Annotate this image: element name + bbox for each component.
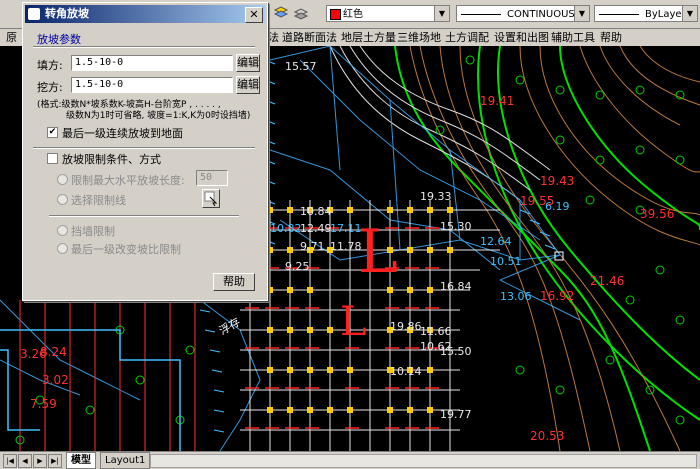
fill-label: 填方: — [37, 59, 63, 72]
elev-label-red: 19.43 — [540, 174, 574, 188]
divider — [33, 46, 255, 48]
menu-item[interactable]: 法 — [268, 30, 279, 45]
tab-model[interactable]: 模型 — [66, 452, 96, 469]
elev-label: 10.84 — [300, 205, 332, 218]
linetype-value: CONTINUOUS — [507, 9, 575, 20]
color-select[interactable]: 红色 ▼ — [326, 5, 450, 22]
app-icon — [28, 8, 40, 20]
layout-tab-bar: |◀ ◀ ▶ ▶| 模型 Layout1 — [0, 451, 700, 469]
big-l-label: L — [358, 217, 398, 287]
cut-edit-button[interactable]: 编辑 — [236, 76, 260, 94]
max-length-field[interactable]: 50 — [196, 170, 228, 186]
elev-label: 19.86 — [390, 320, 422, 333]
elev-label: 19.33 — [420, 190, 452, 203]
cut-field[interactable]: 1.5-10-0 — [71, 77, 233, 93]
pick-line-button[interactable] — [202, 189, 220, 208]
elev-label-red: 20.53 — [530, 429, 564, 443]
menu-item[interactable]: 帮助 — [600, 30, 622, 45]
elev-label-red: 16.92 — [540, 289, 574, 303]
elev-label-cyan: 17.11 — [330, 222, 362, 235]
elev-label-cyan: 6.19 — [545, 200, 570, 213]
fill-field[interactable]: 1.5-10-0 — [71, 55, 233, 71]
menu-item[interactable]: 设置和出图 — [494, 30, 549, 45]
format-note: (格式:级数N*坡系数K-坡高H-台阶宽P , . . . . , — [37, 100, 221, 110]
menu-item[interactable]: 三维场地 — [397, 30, 441, 45]
limit-label: 放坡限制条件、方式 — [62, 153, 161, 166]
prev-tab-icon[interactable]: ◀ — [18, 454, 32, 468]
elev-label: 15.50 — [440, 345, 472, 358]
divider — [33, 147, 255, 149]
lineweight-value: ByLayer — [645, 9, 686, 20]
last-level-checkbox[interactable]: ✔ — [47, 127, 58, 138]
layer-states-icon[interactable] — [292, 4, 310, 22]
select-line-label: 选择限制线 — [71, 194, 126, 207]
elev-label-red: 39.56 — [640, 207, 674, 221]
tab-layout1[interactable]: Layout1 — [100, 452, 151, 469]
slope-dialog: 转角放坡 ✕ 放坡参数 填方: 1.5-10-0 编辑 挖方: 1.5-10-0… — [22, 2, 268, 301]
color-swatch-icon — [330, 9, 341, 20]
elev-label-red: 21.46 — [590, 274, 624, 288]
big-l-label: L — [340, 299, 367, 345]
elev-label: 19.77 — [440, 408, 472, 421]
menu-item[interactable]: 原 — [6, 30, 17, 45]
last-tab-icon[interactable]: ▶| — [48, 454, 62, 468]
last-level-label: 最后一级连续放坡到地面 — [62, 127, 183, 140]
fill-edit-button[interactable]: 编辑 — [236, 54, 260, 72]
elev-label: 11.78 — [330, 240, 362, 253]
elev-label: 16.84 — [440, 280, 472, 293]
pick-cursor-icon — [204, 191, 218, 207]
elev-label-cyan: 12.64 — [480, 235, 512, 248]
elev-label: 9.25 — [285, 260, 310, 273]
last-level-ratio-label: 最后一级改变坡比限制 — [71, 243, 181, 256]
layer-icon[interactable] — [272, 4, 290, 22]
divider — [49, 215, 239, 217]
help-button[interactable]: 帮助 — [213, 273, 255, 291]
linetype-select[interactable]: CONTINUOUS ▼ — [456, 5, 590, 22]
last-level-ratio-radio[interactable] — [57, 243, 68, 254]
line-sample-icon — [599, 14, 639, 15]
elev-label: 12.49 — [300, 222, 332, 235]
elev-label: 15.57 — [285, 60, 317, 73]
close-button[interactable]: ✕ — [245, 7, 263, 23]
chevron-down-icon[interactable]: ▼ — [682, 6, 697, 21]
dialog-titlebar[interactable]: 转角放坡 ✕ — [25, 5, 265, 23]
elev-label: 11.66 — [420, 325, 452, 338]
elev-label-cyan: 13.06 — [500, 290, 532, 303]
elev-label-red: 19.41 — [480, 94, 514, 108]
elev-label-red: 3.02 — [42, 373, 69, 387]
limit-checkbox[interactable] — [47, 153, 58, 164]
lineweight-select[interactable]: ByLayer ▼ — [594, 5, 698, 22]
chevron-down-icon[interactable]: ▼ — [574, 6, 589, 21]
group-label-params: 放坡参数 — [37, 33, 81, 46]
elev-label-cyan: 10.51 — [490, 255, 522, 268]
first-tab-icon[interactable]: |◀ — [3, 454, 17, 468]
max-length-label: 限制最大水平放坡长度: — [71, 174, 185, 187]
format-note: 级数N为1时可省略, 坡度=1:K,K为0时设挡墙) — [66, 111, 251, 121]
cut-label: 挖方: — [37, 81, 63, 94]
color-value: 红色 — [343, 9, 363, 20]
wall-limit-label: 挡墙限制 — [71, 225, 115, 238]
wall-limit-radio[interactable] — [57, 225, 68, 236]
elev-label: 9.71 — [300, 240, 325, 253]
select-line-radio[interactable] — [57, 194, 68, 205]
elev-label-cyan: 10.82 — [270, 222, 302, 235]
menu-item[interactable]: 道路断面法 — [282, 30, 337, 45]
line-sample-icon — [461, 14, 501, 15]
horizontal-scrollbar[interactable] — [150, 454, 697, 468]
next-tab-icon[interactable]: ▶ — [33, 454, 47, 468]
chevron-down-icon[interactable]: ▼ — [434, 6, 449, 21]
menu-item[interactable]: 辅助工具 — [551, 30, 595, 45]
elev-label: 15.30 — [440, 220, 472, 233]
elev-label: 10.14 — [390, 365, 422, 378]
menu-item[interactable]: 土方调配 — [445, 30, 489, 45]
elev-label-red: 8.24 — [40, 345, 67, 359]
menu-item[interactable]: 地层土方量 — [341, 30, 396, 45]
elev-label-red: 7.59 — [30, 397, 57, 411]
dialog-title: 转角放坡 — [45, 7, 89, 20]
max-length-radio[interactable] — [57, 174, 68, 185]
